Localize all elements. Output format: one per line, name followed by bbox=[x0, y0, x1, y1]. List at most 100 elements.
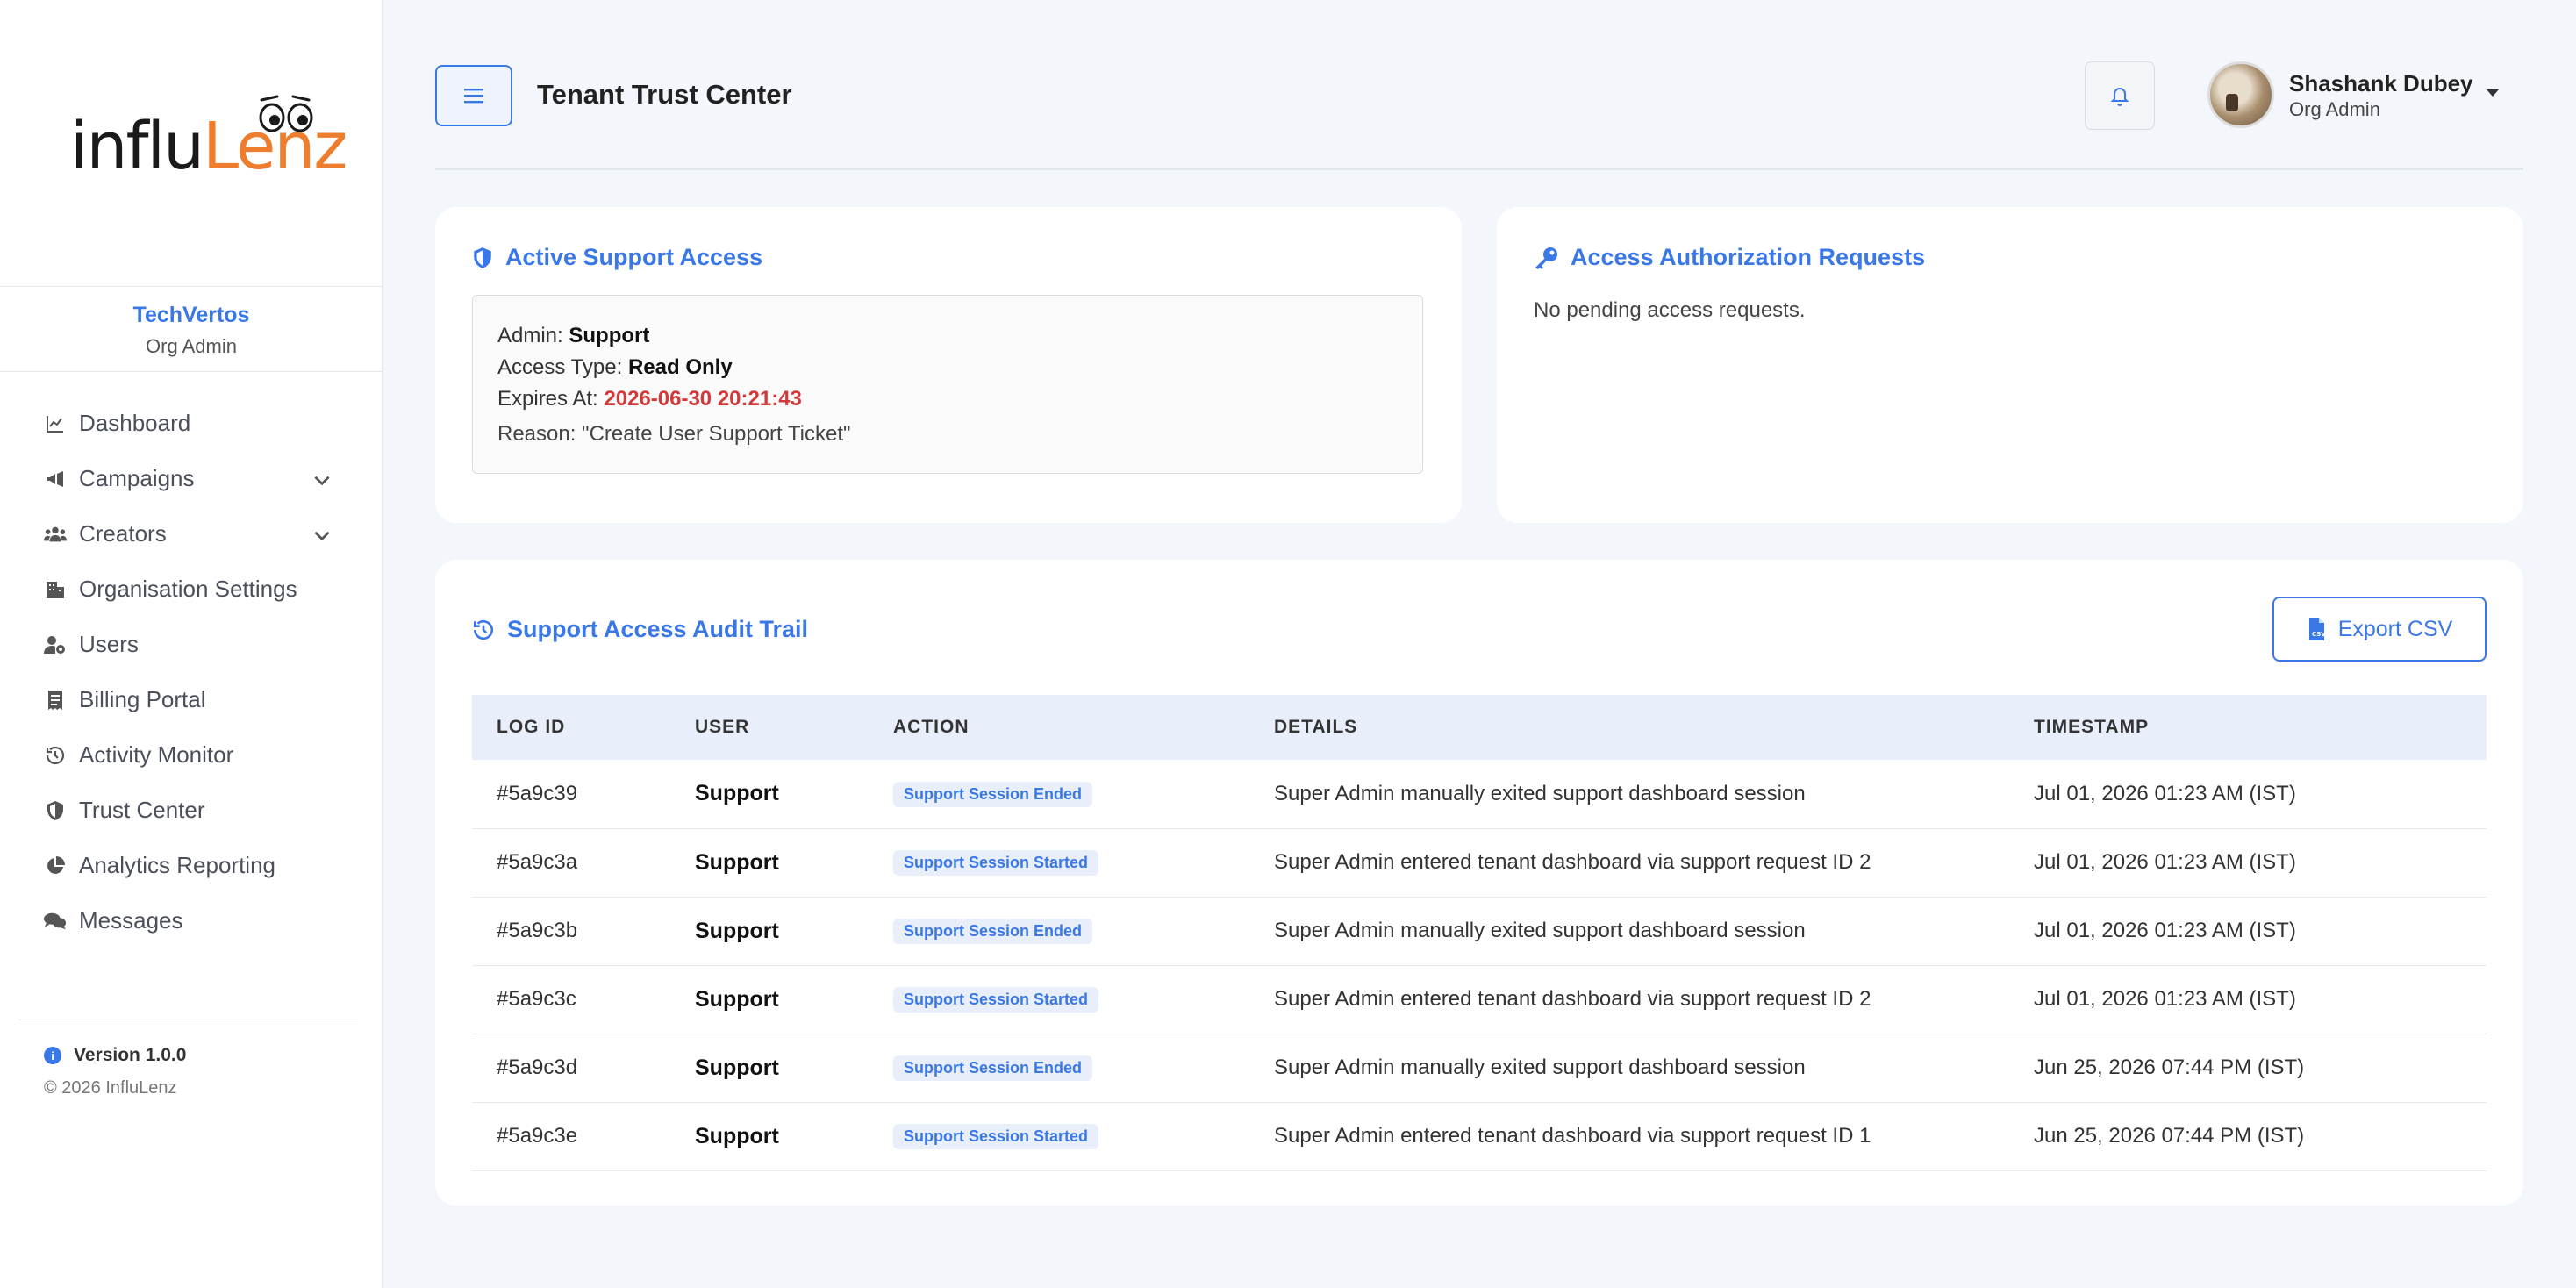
avatar[interactable] bbox=[2207, 61, 2274, 128]
sidebar-item-billing-portal[interactable]: Billing Portal bbox=[0, 672, 383, 727]
version-info: i Version 1.0.0 bbox=[44, 1045, 358, 1066]
sidebar-item-label: Trust Center bbox=[79, 797, 205, 823]
sidebar-item-label: Organisation Settings bbox=[79, 576, 297, 602]
history-icon bbox=[44, 744, 67, 767]
chart-line-icon bbox=[44, 412, 67, 435]
user-name[interactable]: Shashank Dubey bbox=[2289, 70, 2473, 97]
sidebar-item-messages[interactable]: Messages bbox=[0, 893, 383, 948]
sidebar-item-users[interactable]: Users bbox=[0, 617, 383, 672]
timestamp-cell: Jun 25, 2026 07:44 PM (IST) bbox=[2034, 1124, 2305, 1148]
caret-down-icon[interactable] bbox=[2487, 89, 2499, 97]
details-cell: Super Admin manually exited support dash… bbox=[1274, 919, 1806, 942]
top-header: Tenant Trust Center Shashank Dubey Org A… bbox=[435, 61, 2523, 170]
log-id-cell: #5a9c39 bbox=[497, 781, 578, 805]
action-badge: Support Session Started bbox=[893, 987, 1099, 1013]
access-details-box: Admin: Support Access Type: Read Only Ex… bbox=[472, 295, 1423, 474]
action-badge: Support Session Ended bbox=[893, 781, 1093, 807]
active-support-access-title: Active Support Access bbox=[472, 244, 762, 271]
user-cell: Support bbox=[695, 918, 779, 943]
column-header-timestamp[interactable]: TIMESTAMP bbox=[2009, 695, 2487, 760]
action-cell: Support Session Ended bbox=[869, 760, 1249, 828]
pie-chart-icon bbox=[44, 855, 67, 877]
column-header-log-id[interactable]: LOG ID bbox=[472, 695, 670, 760]
access-requests-title: Access Authorization Requests bbox=[1534, 244, 1925, 271]
table-row[interactable]: #5a9c3e Support Support Session Started … bbox=[472, 1102, 2487, 1170]
sidebar-item-activity-monitor[interactable]: Activity Monitor bbox=[0, 727, 383, 783]
timestamp-cell: Jul 01, 2026 01:23 AM (IST) bbox=[2034, 987, 2296, 1011]
action-cell: Support Session Started bbox=[869, 828, 1249, 897]
expires-label: Expires At: bbox=[497, 387, 598, 411]
copyright: © 2026 InfluLenz bbox=[44, 1078, 177, 1098]
shield-icon bbox=[44, 799, 67, 822]
timestamp-cell: Jul 01, 2026 01:23 AM (IST) bbox=[2034, 781, 2296, 805]
log-id-cell: #5a9c3b bbox=[497, 919, 578, 942]
user-role: Org Admin bbox=[2289, 98, 2380, 120]
page-title: Tenant Trust Center bbox=[537, 79, 792, 110]
table-row[interactable]: #5a9c3c Support Support Session Started … bbox=[472, 965, 2487, 1034]
details-cell: Super Admin manually exited support dash… bbox=[1274, 1055, 1806, 1079]
table-header-row: LOG ID USER ACTION DETAILS TIMESTAMP bbox=[472, 695, 2487, 760]
action-badge: Support Session Started bbox=[893, 850, 1099, 876]
influlenz-logo[interactable]: influLenz bbox=[70, 88, 347, 184]
building-icon bbox=[44, 578, 67, 601]
sidebar-item-label: Activity Monitor bbox=[79, 741, 234, 768]
support-access-audit-trail-card: Support Access Audit Trail CSV Export CS… bbox=[435, 560, 2523, 1206]
table-row[interactable]: #5a9c39 Support Support Session Ended Su… bbox=[472, 760, 2487, 828]
sidebar-item-label: Users bbox=[79, 631, 139, 657]
admin-value: Support bbox=[569, 324, 650, 347]
table-row[interactable]: #5a9c3a Support Support Session Started … bbox=[472, 828, 2487, 897]
receipt-icon bbox=[44, 689, 67, 712]
log-id-cell: #5a9c3e bbox=[497, 1124, 578, 1148]
column-header-action[interactable]: ACTION bbox=[869, 695, 1249, 760]
megaphone-icon bbox=[44, 468, 67, 490]
export-label: Export CSV bbox=[2337, 616, 2453, 641]
expires-row: Expires At: 2026-06-30 20:21:43 bbox=[497, 383, 1398, 415]
sidebar: influLenz TechVertos Org Admin Dashboard… bbox=[0, 0, 383, 1288]
sidebar-item-label: Analytics Reporting bbox=[79, 852, 275, 878]
audit-trail-title: Support Access Audit Trail bbox=[472, 616, 808, 643]
sidebar-footer: i Version 1.0.0 © 2026 InfluLenz bbox=[19, 1020, 358, 1098]
sidebar-item-creators[interactable]: Creators bbox=[0, 506, 383, 562]
svg-text:CSV: CSV bbox=[2312, 631, 2326, 638]
sidebar-item-label: Billing Portal bbox=[79, 686, 206, 712]
details-cell: Super Admin manually exited support dash… bbox=[1274, 781, 1806, 805]
chevron-down-icon[interactable] bbox=[311, 524, 333, 547]
sidebar-item-trust-center[interactable]: Trust Center bbox=[0, 783, 383, 838]
action-badge: Support Session Ended bbox=[893, 1055, 1093, 1081]
user-cell: Support bbox=[695, 849, 779, 875]
sidebar-item-dashboard[interactable]: Dashboard bbox=[0, 396, 383, 451]
org-role: Org Admin bbox=[146, 335, 237, 357]
history-icon bbox=[473, 619, 494, 640]
admin-label: Admin: bbox=[497, 324, 563, 347]
users-icon bbox=[44, 523, 67, 546]
action-cell: Support Session Ended bbox=[869, 897, 1249, 965]
sidebar-item-analytics-reporting[interactable]: Analytics Reporting bbox=[0, 838, 383, 893]
bell-icon bbox=[2110, 88, 2129, 106]
access-type-value: Read Only bbox=[627, 355, 733, 379]
table-row[interactable]: #5a9c3d Support Support Session Ended Su… bbox=[472, 1034, 2487, 1102]
column-header-details[interactable]: DETAILS bbox=[1249, 695, 2009, 760]
access-authorization-requests-card: Access Authorization Requests No pending… bbox=[1497, 207, 2523, 523]
user-cell: Support bbox=[695, 781, 779, 806]
action-cell: Support Session Started bbox=[869, 965, 1249, 1034]
sidebar-item-organisation-settings[interactable]: Organisation Settings bbox=[0, 562, 383, 617]
notifications-button[interactable] bbox=[2085, 61, 2155, 130]
access-type-label: Access Type: bbox=[497, 355, 623, 379]
sidebar-item-label: Creators bbox=[79, 520, 167, 547]
sidebar-item-campaigns[interactable]: Campaigns bbox=[0, 451, 383, 506]
export-csv-button[interactable]: CSV Export CSV bbox=[2272, 597, 2487, 662]
log-id-cell: #5a9c3c bbox=[497, 987, 576, 1011]
key-icon bbox=[1535, 247, 1557, 269]
chevron-down-icon[interactable] bbox=[311, 469, 333, 491]
user-gear-icon bbox=[44, 633, 67, 656]
details-cell: Super Admin entered tenant dashboard via… bbox=[1274, 987, 1871, 1011]
card-title-text: Active Support Access bbox=[505, 244, 763, 270]
org-name: TechVertos bbox=[132, 303, 250, 327]
menu-toggle-button[interactable] bbox=[435, 65, 512, 126]
csv-file-icon: CSV bbox=[2308, 618, 2326, 640]
table-row[interactable]: #5a9c3b Support Support Session Ended Su… bbox=[472, 897, 2487, 965]
card-title-text: Support Access Audit Trail bbox=[507, 616, 809, 642]
column-header-user[interactable]: USER bbox=[670, 695, 869, 760]
details-cell: Super Admin entered tenant dashboard via… bbox=[1274, 1124, 1871, 1148]
audit-table: LOG ID USER ACTION DETAILS TIMESTAMP #5a… bbox=[472, 695, 2487, 1171]
